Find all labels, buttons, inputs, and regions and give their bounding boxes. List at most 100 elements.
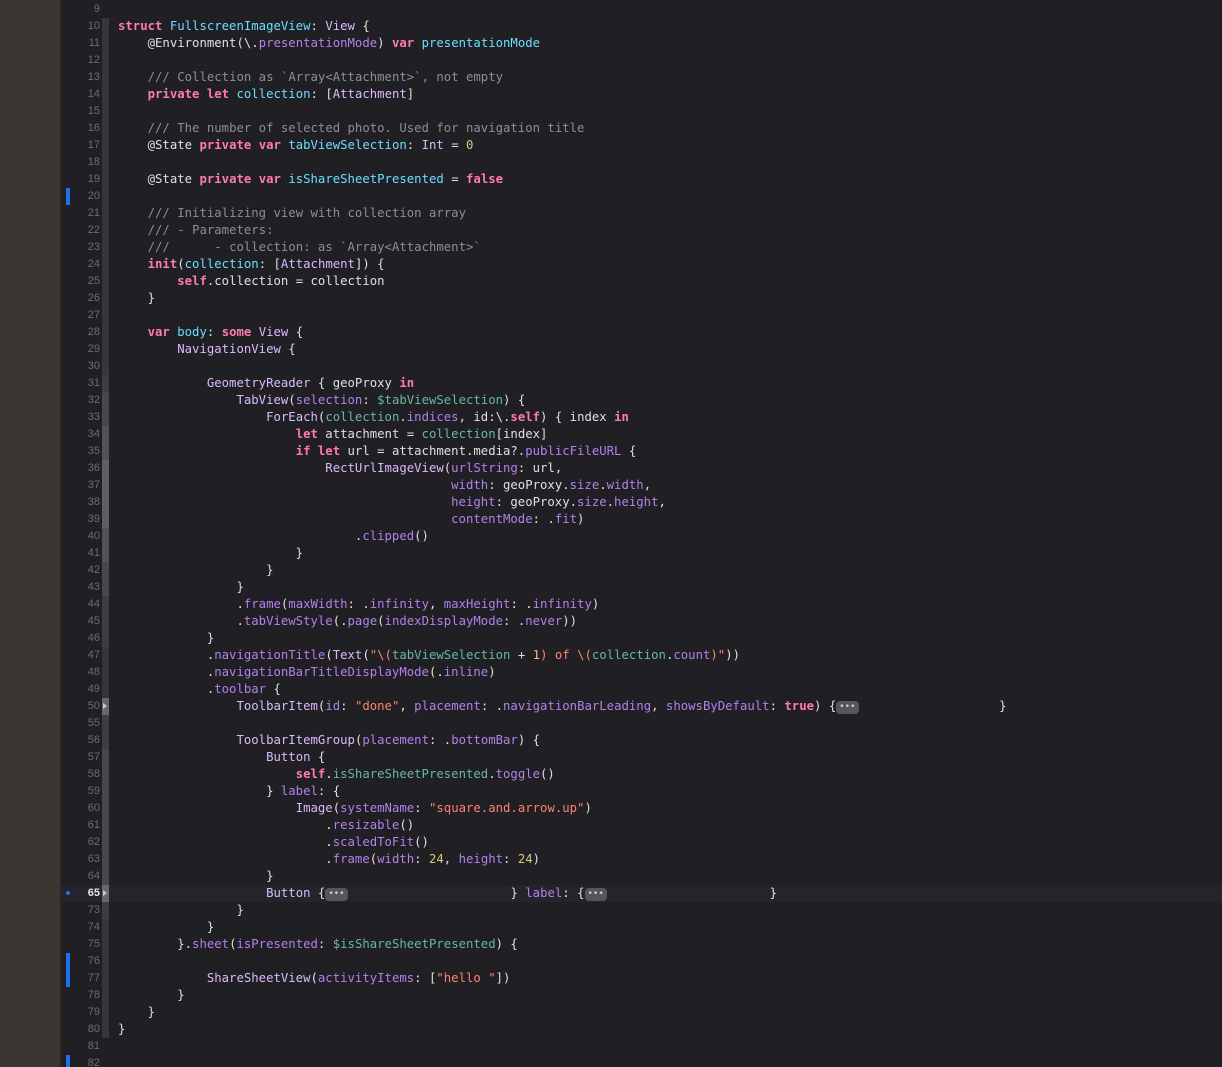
code-folding-ribbon[interactable] [102, 52, 109, 69]
code-line[interactable]: 61 .resizable() [61, 817, 1222, 834]
code-folding-ribbon[interactable] [102, 953, 109, 970]
line-number[interactable]: 36 [71, 460, 100, 477]
code-folding-ribbon[interactable] [102, 324, 109, 341]
code-line[interactable]: 13 /// Collection as `Array<Attachment>`… [61, 69, 1222, 86]
code-text[interactable]: .tabViewStyle(.page(indexDisplayMode: .n… [118, 613, 577, 630]
code-text[interactable]: /// The number of selected photo. Used f… [118, 120, 585, 137]
code-folding-ribbon[interactable] [102, 35, 109, 52]
code-folding-ribbon[interactable] [102, 375, 109, 392]
line-number[interactable]: 60 [71, 800, 100, 817]
line-number[interactable]: 31 [71, 375, 100, 392]
code-line[interactable]: 40 .clipped() [61, 528, 1222, 545]
code-line[interactable]: 25 self.collection = collection [61, 273, 1222, 290]
code-line[interactable]: 60 Image(systemName: "square.and.arrow.u… [61, 800, 1222, 817]
code-text[interactable]: }.sheet(isPresented: $isShareSheetPresen… [118, 936, 518, 953]
code-folding-ribbon[interactable] [102, 154, 109, 171]
code-line[interactable]: 38 height: geoProxy.size.height, [61, 494, 1222, 511]
fold-disclosure-icon[interactable] [102, 885, 109, 902]
line-number[interactable]: 11 [71, 35, 100, 52]
code-line[interactable]: 34 let attachment = collection[index] [61, 426, 1222, 443]
code-line[interactable]: 12 [61, 52, 1222, 69]
line-number[interactable]: 32 [71, 392, 100, 409]
code-line[interactable]: 76 [61, 953, 1222, 970]
change-indicator[interactable] [66, 970, 70, 987]
code-folding-ribbon[interactable] [102, 290, 109, 307]
code-folding-ribbon[interactable] [102, 307, 109, 324]
code-line[interactable]: 73 } [61, 902, 1222, 919]
code-text[interactable]: ForEach(collection.indices, id:\.self) {… [118, 409, 629, 426]
code-line[interactable]: 82 [61, 1055, 1222, 1067]
line-number[interactable]: 18 [71, 154, 100, 171]
code-line[interactable]: 57 Button { [61, 749, 1222, 766]
code-line[interactable]: 77 ShareSheetView(activityItems: ["hello… [61, 970, 1222, 987]
code-text[interactable]: } [118, 562, 273, 579]
code-folding-ribbon[interactable] [102, 545, 109, 562]
line-number[interactable]: 39 [71, 511, 100, 528]
code-line[interactable]: 58 self.isShareSheetPresented.toggle() [61, 766, 1222, 783]
line-number[interactable]: 12 [71, 52, 100, 69]
code-line[interactable]: 39 contentMode: .fit) [61, 511, 1222, 528]
line-number[interactable]: 49 [71, 681, 100, 698]
folded-code-ellipsis[interactable]: ••• [836, 701, 859, 714]
line-number[interactable]: 21 [71, 205, 100, 222]
code-folding-ribbon[interactable] [102, 834, 109, 851]
code-line[interactable]: 24 init(collection: [Attachment]) { [61, 256, 1222, 273]
code-line[interactable]: 21 /// Initializing view with collection… [61, 205, 1222, 222]
code-text[interactable]: TabView(selection: $tabViewSelection) { [118, 392, 525, 409]
navigator-pane-edge[interactable] [0, 0, 61, 1067]
code-line[interactable]: 65 Button {••• } label: {••• } [61, 885, 1222, 902]
line-number[interactable]: 15 [71, 103, 100, 120]
code-folding-ribbon[interactable] [102, 647, 109, 664]
code-folding-ribbon[interactable] [102, 681, 109, 698]
line-number[interactable]: 34 [71, 426, 100, 443]
code-text[interactable]: /// Initializing view with collection ar… [118, 205, 466, 222]
code-line[interactable]: 27 [61, 307, 1222, 324]
code-folding-ribbon[interactable] [102, 341, 109, 358]
line-number[interactable]: 41 [71, 545, 100, 562]
code-text[interactable]: } [118, 868, 273, 885]
code-folding-ribbon[interactable] [102, 69, 109, 86]
change-indicator[interactable] [66, 891, 70, 895]
line-number[interactable]: 14 [71, 86, 100, 103]
code-text[interactable]: } [118, 290, 155, 307]
code-line[interactable]: 50 ToolbarItem(id: "done", placement: .n… [61, 698, 1222, 715]
code-line[interactable]: 16 /// The number of selected photo. Use… [61, 120, 1222, 137]
code-folding-ribbon[interactable] [102, 511, 109, 528]
code-text[interactable]: struct FullscreenImageView: View { [118, 18, 370, 35]
line-number[interactable]: 78 [71, 987, 100, 1004]
code-folding-ribbon[interactable] [102, 749, 109, 766]
code-line[interactable]: 44 .frame(maxWidth: .infinity, maxHeight… [61, 596, 1222, 613]
code-text[interactable]: /// Collection as `Array<Attachment>`, n… [118, 69, 503, 86]
change-indicator[interactable] [66, 188, 70, 205]
line-number[interactable]: 75 [71, 936, 100, 953]
line-number[interactable]: 58 [71, 766, 100, 783]
line-number[interactable]: 38 [71, 494, 100, 511]
code-line[interactable]: 81 [61, 1038, 1222, 1055]
code-line[interactable]: 20 [61, 188, 1222, 205]
code-text[interactable]: private let collection: [Attachment] [118, 86, 415, 103]
code-folding-ribbon[interactable] [102, 766, 109, 783]
code-text[interactable]: let attachment = collection[index] [118, 426, 548, 443]
code-folding-ribbon[interactable] [102, 103, 109, 120]
line-number[interactable]: 19 [71, 171, 100, 188]
line-number[interactable]: 26 [71, 290, 100, 307]
code-text[interactable]: if let url = attachment.media?.publicFil… [118, 443, 637, 460]
code-text[interactable]: } label: { [118, 783, 340, 800]
code-folding-ribbon[interactable] [102, 783, 109, 800]
code-folding-ribbon[interactable] [102, 477, 109, 494]
line-number[interactable]: 79 [71, 1004, 100, 1021]
code-line[interactable]: 31 GeometryReader { geoProxy in [61, 375, 1222, 392]
code-line[interactable]: 45 .tabViewStyle(.page(indexDisplayMode:… [61, 613, 1222, 630]
code-folding-ribbon[interactable] [102, 273, 109, 290]
line-number[interactable]: 24 [71, 256, 100, 273]
code-folding-ribbon[interactable] [102, 868, 109, 885]
code-folding-ribbon[interactable] [102, 715, 109, 732]
code-text[interactable]: } [118, 902, 243, 919]
code-folding-ribbon[interactable] [102, 1021, 109, 1038]
code-folding-ribbon[interactable] [102, 137, 109, 154]
code-line[interactable]: 28 var body: some View { [61, 324, 1222, 341]
code-folding-ribbon[interactable] [102, 664, 109, 681]
code-text[interactable]: } [118, 630, 214, 647]
line-number[interactable]: 30 [71, 358, 100, 375]
code-text[interactable]: self.isShareSheetPresented.toggle() [118, 766, 555, 783]
